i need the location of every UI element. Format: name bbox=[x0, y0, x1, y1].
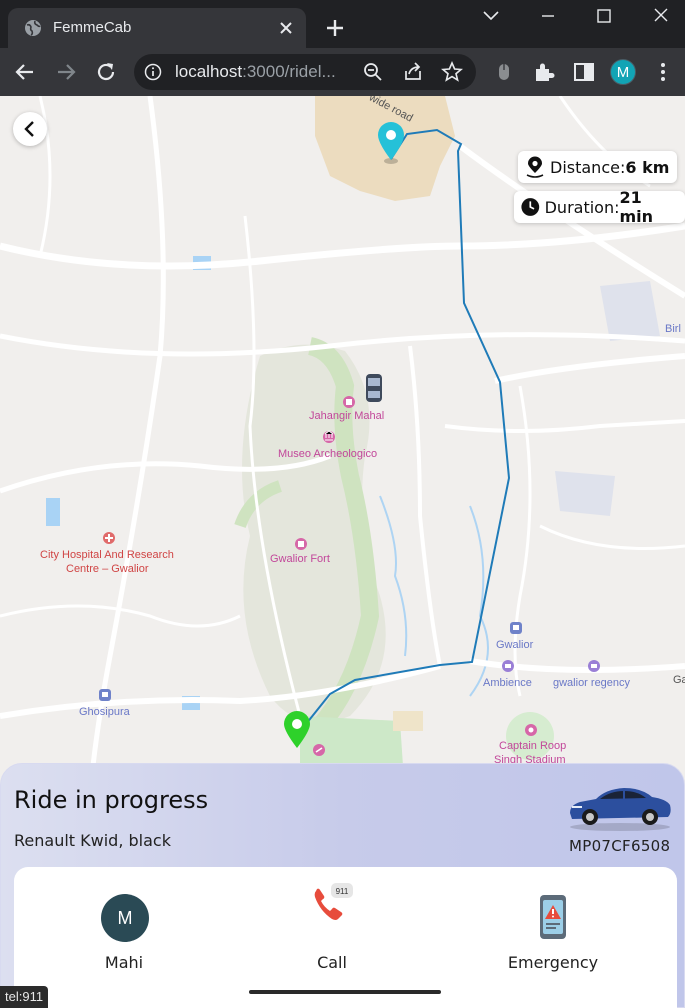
window-close-icon[interactable] bbox=[646, 4, 676, 28]
major-road bbox=[444, 419, 685, 433]
ride-bottom-sheet: Ride in progress Renault Kwid, black MP0… bbox=[0, 763, 685, 1008]
back-arrow-icon[interactable] bbox=[11, 58, 39, 86]
map-label-museo: Museo Archeologico bbox=[278, 448, 378, 460]
extensions-puzzle-icon[interactable] bbox=[530, 58, 558, 86]
distance-value: 6 km bbox=[625, 157, 670, 177]
info-icon[interactable] bbox=[144, 63, 162, 81]
emergency-button[interactable]: Emergency bbox=[493, 867, 613, 987]
globe-icon bbox=[25, 20, 41, 36]
forward-arrow-icon[interactable] bbox=[52, 58, 80, 86]
license-plate: MP07CF6508 bbox=[569, 837, 671, 855]
emergency-label: Emergency bbox=[507, 953, 599, 972]
extension-mouse-icon[interactable] bbox=[490, 58, 518, 86]
back-button[interactable] bbox=[13, 112, 47, 146]
green-area bbox=[506, 712, 554, 760]
ride-actions-card: M Mahi 911 Call Emergency bbox=[14, 867, 677, 1008]
url-text: localhost:3000/ridel... bbox=[175, 62, 336, 81]
canal-line bbox=[469, 505, 489, 697]
map-label-ghosipura: Ghosipura bbox=[79, 706, 130, 718]
car-image-icon bbox=[570, 788, 671, 831]
screen: FemmeCab localhost:3000/ridel... M wide … bbox=[0, 0, 685, 1008]
map-label-ambience: Ambience bbox=[483, 677, 532, 689]
driver-name: Mahi bbox=[104, 953, 144, 972]
distance-label: Distance: bbox=[550, 157, 626, 177]
share-icon[interactable] bbox=[402, 61, 424, 83]
poi-hospital-icon bbox=[103, 532, 115, 544]
close-icon[interactable] bbox=[274, 16, 298, 40]
car-description: Renault Kwid, black bbox=[14, 831, 171, 850]
duration-value: 21 min bbox=[619, 188, 654, 226]
map-view[interactable]: wide road Jahangir Mahal Museo Archeolog… bbox=[0, 96, 685, 796]
major-road bbox=[408, 345, 442, 667]
new-tab-icon[interactable] bbox=[322, 15, 348, 41]
phone-call-icon: 911 bbox=[314, 883, 353, 920]
institutional-area bbox=[555, 471, 615, 516]
chevron-left-icon bbox=[24, 121, 34, 137]
profile-avatar[interactable]: M bbox=[610, 59, 636, 85]
map-label-captain-roop: Captain Roop bbox=[499, 740, 567, 752]
poi-gwalior-regency-icon bbox=[588, 660, 600, 672]
ride-status-title: Ride in progress bbox=[14, 786, 209, 814]
address-bar[interactable]: localhost:3000/ridel... bbox=[134, 54, 476, 90]
map-label-gwalior-regency: gwalior regency bbox=[553, 677, 631, 689]
poi-ghosipura-icon bbox=[99, 689, 111, 701]
distance-chip: Distance: 6 km bbox=[518, 151, 678, 183]
chevron-down-icon[interactable] bbox=[476, 4, 506, 28]
driver-car-icon bbox=[366, 374, 382, 402]
block-area bbox=[393, 711, 423, 731]
call-label: Call bbox=[317, 953, 347, 972]
emergency-phone-icon bbox=[540, 895, 566, 939]
side-panel-icon[interactable] bbox=[570, 58, 598, 86]
duration-label: Duration: bbox=[544, 197, 620, 217]
zoom-icon[interactable] bbox=[362, 61, 384, 83]
browser-toolbar: localhost:3000/ridel... M bbox=[0, 48, 685, 96]
home-indicator-bar bbox=[249, 990, 441, 994]
more-menu-icon[interactable] bbox=[649, 58, 677, 86]
status-bar-link-preview: tel:911 bbox=[0, 986, 49, 1008]
poi-museum-icon bbox=[323, 430, 335, 443]
major-road bbox=[494, 353, 685, 384]
poi-gwalior-station-icon bbox=[510, 622, 522, 634]
call-badge-text: 911 bbox=[336, 887, 349, 896]
map-label-birla: Birl bbox=[665, 323, 681, 335]
water-body bbox=[46, 498, 60, 526]
map-label-city-hospital-2: Centre – Gwalior bbox=[66, 563, 149, 575]
maximize-icon[interactable] bbox=[589, 4, 619, 28]
poi-stadium-icon bbox=[525, 724, 537, 736]
duration-chip: Duration: 21 min bbox=[514, 188, 685, 226]
map-label-gwalior-fort: Gwalior Fort bbox=[270, 553, 330, 565]
minor-road bbox=[0, 604, 241, 628]
tab-title: FemmeCab bbox=[53, 19, 132, 36]
map-label-gwalior: Gwalior bbox=[496, 639, 534, 651]
browser-tab[interactable]: FemmeCab bbox=[8, 8, 306, 48]
driver-avatar: M bbox=[101, 894, 149, 942]
map-label-ga: Ga bbox=[673, 674, 685, 686]
institutional-area bbox=[600, 281, 660, 341]
reload-icon[interactable] bbox=[92, 58, 120, 86]
minimize-icon[interactable] bbox=[533, 4, 563, 28]
poi-ambience-icon bbox=[502, 660, 514, 672]
poi-gwalior-fort-icon bbox=[295, 538, 307, 550]
bookmark-star-icon[interactable] bbox=[441, 61, 463, 83]
clock-icon bbox=[521, 198, 540, 216]
poi-jahangir-mahal-icon bbox=[343, 396, 355, 408]
location-pin-icon bbox=[526, 156, 544, 178]
minor-road bbox=[539, 524, 685, 550]
call-button[interactable]: 911 Call bbox=[272, 867, 392, 987]
browser-tabstrip: FemmeCab bbox=[0, 0, 685, 48]
map-label-city-hospital: City Hospital And Research bbox=[40, 549, 174, 561]
map-label-jahangir-mahal: Jahangir Mahal bbox=[309, 410, 385, 422]
driver-profile-button[interactable]: M Mahi bbox=[64, 867, 184, 987]
poi-park-icon bbox=[313, 744, 325, 756]
